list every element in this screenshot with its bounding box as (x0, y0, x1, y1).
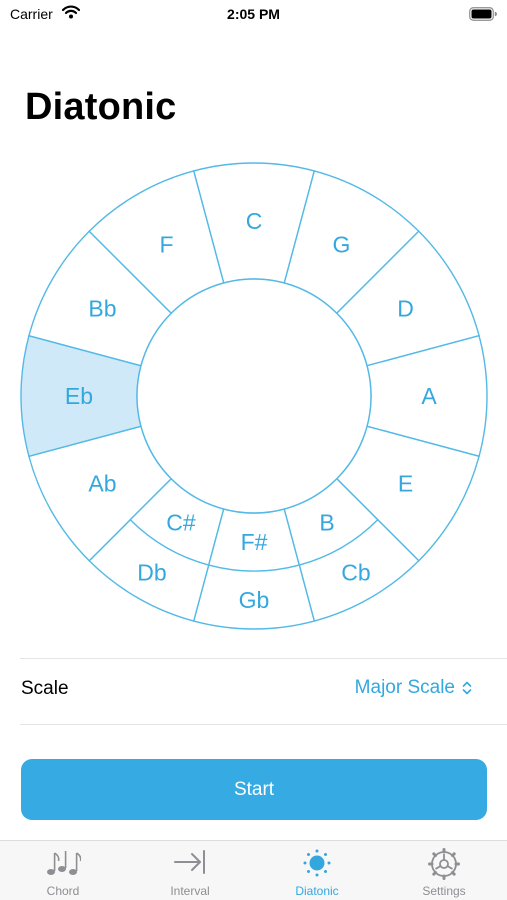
key-label-eb: Eb (65, 383, 93, 409)
start-button-label: Start (233, 778, 275, 800)
scale-picker[interactable]: Major Scale (355, 677, 473, 699)
key-label-cb: Cb (341, 560, 370, 586)
tab-settings[interactable]: Settings (381, 841, 507, 900)
tab-chord[interactable]: Chord (0, 841, 126, 900)
tab-diatonic-label: Diatonic (295, 884, 339, 898)
key-label-bb: Bb (88, 296, 116, 322)
tab-chord-label: Chord (46, 884, 80, 898)
start-button[interactable]: Start (21, 759, 487, 820)
tab-bar: Chord Interval Diatonic Settings (0, 840, 507, 900)
tab-settings-label: Settings (422, 884, 466, 898)
key-label-a: A (421, 383, 437, 409)
inner-key-label-b: B (319, 509, 334, 535)
tab-interval-label: Interval (170, 884, 210, 898)
chevron-updown-icon (462, 681, 472, 695)
sun-icon (303, 849, 331, 877)
wheel-center (136, 278, 372, 514)
music-notes-icon (47, 851, 81, 875)
key-label-d: D (397, 296, 414, 322)
key-label-f: F (159, 231, 173, 257)
key-label-g: G (333, 231, 351, 257)
scale-value: Major Scale (354, 677, 455, 698)
key-wheel: C G D A E Cb Gb Db Ab Eb Bb F C# F# B (20, 162, 488, 630)
key-label-ab: Ab (88, 471, 116, 497)
key-label-e: E (398, 471, 413, 497)
gear-icon (428, 848, 460, 880)
scale-label: Scale (21, 678, 69, 699)
tab-diatonic[interactable]: Diatonic (254, 841, 380, 900)
key-label-gb: Gb (239, 587, 270, 613)
arrow-to-bar-icon (174, 850, 205, 874)
inner-key-label-f-sharp: F# (241, 529, 268, 555)
divider-top (20, 658, 507, 659)
key-label-c: C (246, 208, 263, 234)
inner-key-label-c-sharp: C# (166, 509, 196, 535)
divider-bottom (20, 724, 507, 725)
key-label-db: Db (137, 560, 166, 586)
tab-interval[interactable]: Interval (127, 841, 253, 900)
